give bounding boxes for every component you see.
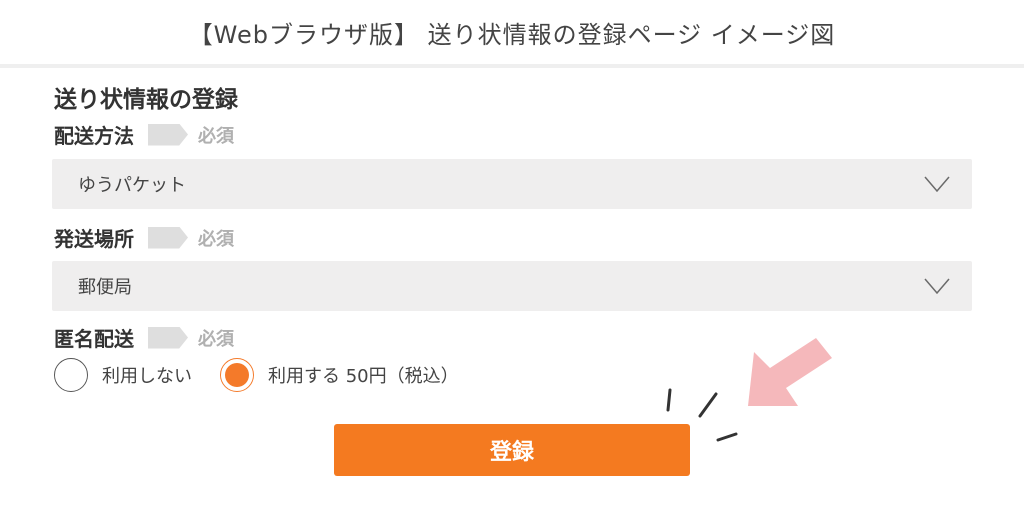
page-caption: 【Webブラウザ版】 送り状情報の登録ページ イメージ図 [188, 20, 836, 49]
shipping-location-label: 発送場所 [54, 227, 134, 251]
chevron-down-icon [924, 176, 950, 192]
required-badge: 必須 [198, 328, 234, 350]
shipping-location-select[interactable]: 郵便局 [52, 261, 972, 311]
required-tag-icon [148, 123, 188, 146]
required-tag-icon [148, 226, 188, 249]
required-badge: 必須 [198, 125, 234, 147]
pointer-arrow-icon [748, 338, 832, 406]
form-title: 送り状情報の登録 [54, 87, 238, 113]
caption-divider [0, 64, 1024, 68]
radio-option-use[interactable]: 利用する 50円（税込） [220, 358, 459, 392]
radio-use[interactable] [220, 358, 254, 392]
delivery-method-select[interactable]: ゆうパケット [52, 159, 972, 209]
anonymous-delivery-label-row: 匿名配送 必須 [54, 323, 234, 352]
required-tag-icon [148, 326, 188, 349]
required-badge: 必須 [198, 228, 234, 250]
shipping-location-value: 郵便局 [78, 277, 132, 298]
chevron-down-icon [924, 278, 950, 294]
anonymous-delivery-options: 利用しない 利用する 50円（税込） [54, 358, 487, 392]
anonymous-delivery-label: 匿名配送 [54, 327, 134, 351]
register-button[interactable]: 登録 [334, 424, 690, 476]
delivery-method-label-row: 配送方法 必須 [54, 120, 234, 149]
delivery-method-label: 配送方法 [54, 124, 134, 148]
page: 【Webブラウザ版】 送り状情報の登録ページ イメージ図 送り状情報の登録 配送… [0, 0, 1024, 512]
radio-label-not-use: 利用しない [102, 366, 192, 387]
radio-option-not-use[interactable]: 利用しない [54, 358, 192, 392]
radio-not-use[interactable] [54, 358, 88, 392]
radio-label-use: 利用する 50円（税込） [268, 366, 459, 387]
shipping-location-label-row: 発送場所 必須 [54, 223, 234, 252]
delivery-method-value: ゆうパケット [78, 175, 186, 196]
